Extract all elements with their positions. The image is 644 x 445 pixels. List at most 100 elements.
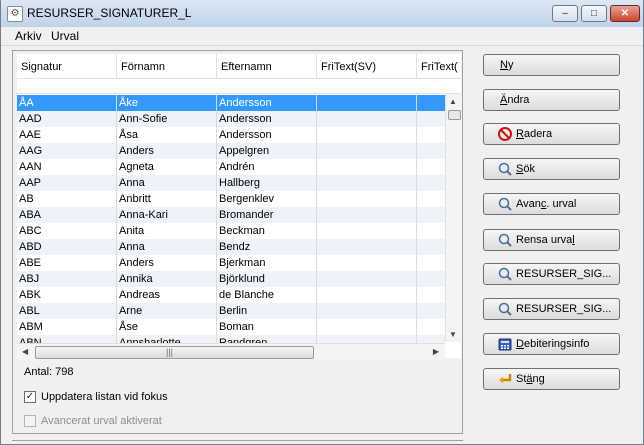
andra-button-label: Ändra	[500, 94, 530, 106]
refresh-on-focus-checkbox[interactable]: ✓	[24, 391, 36, 404]
cell-fornamn: Åsa	[117, 127, 217, 143]
app-icon[interactable]: ⚙	[7, 6, 23, 22]
cell-fritext-sv	[317, 175, 417, 191]
cell-fritext	[417, 127, 445, 143]
cell-signatur: AB	[17, 191, 117, 207]
cell-fornamn: Anita	[117, 223, 217, 239]
table-row[interactable]: ABK Andreas de Blanche	[17, 287, 445, 303]
cell-fornamn: Agneta	[117, 159, 217, 175]
cell-fornamn: Anna	[117, 175, 217, 191]
search-icon	[498, 267, 512, 281]
divider	[12, 440, 463, 443]
menu-arkiv[interactable]: Arkiv	[15, 29, 42, 43]
scroll-down-icon[interactable]: ▼	[449, 330, 457, 339]
minimize-button[interactable]: –	[552, 5, 578, 22]
table-row[interactable]: ABJ Annika Björklund	[17, 271, 445, 287]
close-button[interactable]: ✕	[610, 5, 640, 22]
stang-button[interactable]: Stäng	[483, 368, 620, 390]
vertical-scrollbar[interactable]: ▲ ▼	[445, 94, 462, 342]
cell-signatur: ABE	[17, 255, 117, 271]
signature-grid[interactable]: Signatur Förnamn Efternamn FriText(SV) F…	[17, 54, 461, 358]
advanced-filter-button[interactable]: Avanc. urval	[483, 193, 620, 215]
cell-signatur: AAD	[17, 111, 117, 127]
table-row[interactable]: AAG Anders Appelgren	[17, 143, 445, 159]
debiteringsinfo-button[interactable]: Debiteringsinfo	[483, 333, 620, 355]
cell-fritext	[417, 319, 445, 335]
resurser-sig-button-1-label: RESURSER_SIG...	[516, 268, 612, 280]
table-row[interactable]: ABE Anders Bjerkman	[17, 255, 445, 271]
cell-fritext	[417, 255, 445, 271]
table-row[interactable]: ABA Anna-Kari Bromander	[17, 207, 445, 223]
horizontal-scrollbar[interactable]: ◀ ||| ▶	[17, 343, 445, 360]
horizontal-scroll-thumb[interactable]: |||	[35, 346, 314, 359]
ny-button-label: Ny	[500, 59, 514, 71]
table-row[interactable]: AAN Agneta Andrén	[17, 159, 445, 175]
cell-fritext-sv	[317, 207, 417, 223]
cell-signatur: ÅA	[17, 95, 117, 111]
table-row[interactable]: ABC Anita Beckman	[17, 223, 445, 239]
cell-fritext-sv	[317, 287, 417, 303]
menu-urval[interactable]: Urval	[51, 29, 79, 43]
table-row[interactable]: ABM Åse Boman	[17, 319, 445, 335]
andra-button[interactable]: Ändra	[483, 89, 620, 111]
title-bar[interactable]: ⚙ RESURSER_SIGNATURER_L – □ ✕	[1, 0, 643, 27]
column-header-fritext-sv[interactable]: FriText(SV)	[317, 54, 417, 78]
table-row[interactable]: AAP Anna Hallberg	[17, 175, 445, 191]
return-arrow-icon	[499, 374, 512, 384]
table-row[interactable]: AAE Åsa Andersson	[17, 127, 445, 143]
resurser-sig-button-2[interactable]: RESURSER_SIG...	[483, 298, 620, 320]
sok-button-label: Sök	[516, 163, 535, 175]
scroll-left-icon[interactable]: ◀	[22, 347, 28, 356]
table-row[interactable]: AB Anbritt Bergenklev	[17, 191, 445, 207]
cell-fritext	[417, 223, 445, 239]
column-header-efternamn[interactable]: Efternamn	[217, 54, 317, 78]
cell-efternamn: Bromander	[217, 207, 317, 223]
cell-efternamn: de Blanche	[217, 287, 317, 303]
advanced-filter-checkbox	[24, 415, 36, 428]
cell-fritext-sv	[317, 239, 417, 255]
ny-button[interactable]: Ny	[483, 54, 620, 76]
cell-efternamn: Boman	[217, 319, 317, 335]
column-header-fornamn[interactable]: Förnamn	[117, 54, 217, 78]
cell-signatur: AAP	[17, 175, 117, 191]
search-icon	[498, 162, 512, 176]
search-icon	[498, 197, 512, 211]
cell-fritext-sv	[317, 127, 417, 143]
cell-fritext	[417, 303, 445, 319]
cell-efternamn: Berlin	[217, 303, 317, 319]
radera-button[interactable]: Radera	[483, 123, 620, 145]
record-count: Antal: 798	[24, 366, 74, 378]
vertical-scroll-thumb[interactable]	[448, 110, 461, 120]
cell-fornamn: Anbritt	[117, 191, 217, 207]
table-row[interactable]: ABL Arne Berlin	[17, 303, 445, 319]
cell-efternamn: Hallberg	[217, 175, 317, 191]
table-row[interactable]: AAD Ann-Sofie Andersson	[17, 111, 445, 127]
cell-fritext	[417, 271, 445, 287]
sok-button[interactable]: Sök	[483, 158, 620, 180]
stang-button-label: Stäng	[516, 373, 545, 385]
table-row[interactable]: ÅA Åke Andersson	[17, 95, 445, 111]
grid-header: Signatur Förnamn Efternamn FriText(SV) F…	[17, 54, 461, 79]
clear-filter-button-label: Rensa urval	[516, 234, 575, 246]
refresh-on-focus-option[interactable]: ✓ Uppdatera listan vid fokus	[24, 389, 168, 405]
cell-fritext-sv	[317, 143, 417, 159]
cell-efternamn: Andersson	[217, 111, 317, 127]
cell-signatur: ABC	[17, 223, 117, 239]
clear-filter-button[interactable]: Rensa urval	[483, 229, 620, 251]
scroll-up-icon[interactable]: ▲	[449, 97, 457, 106]
cell-fornamn: Annika	[117, 271, 217, 287]
cell-signatur: ABA	[17, 207, 117, 223]
cell-fritext	[417, 191, 445, 207]
table-row[interactable]: ABD Anna Bendz	[17, 239, 445, 255]
column-header-fritext[interactable]: FriText(	[417, 54, 461, 78]
column-header-signatur[interactable]: Signatur	[17, 54, 117, 78]
scroll-right-icon[interactable]: ▶	[433, 347, 439, 356]
maximize-button[interactable]: □	[581, 5, 607, 22]
cell-efternamn: Andersson	[217, 95, 317, 111]
filter-row[interactable]	[17, 79, 461, 94]
resurser-sig-button-1[interactable]: RESURSER_SIG...	[483, 263, 620, 285]
cell-fornamn: Åke	[117, 95, 217, 111]
cell-fritext-sv	[317, 191, 417, 207]
cell-fritext-sv	[317, 271, 417, 287]
cell-fornamn: Arne	[117, 303, 217, 319]
